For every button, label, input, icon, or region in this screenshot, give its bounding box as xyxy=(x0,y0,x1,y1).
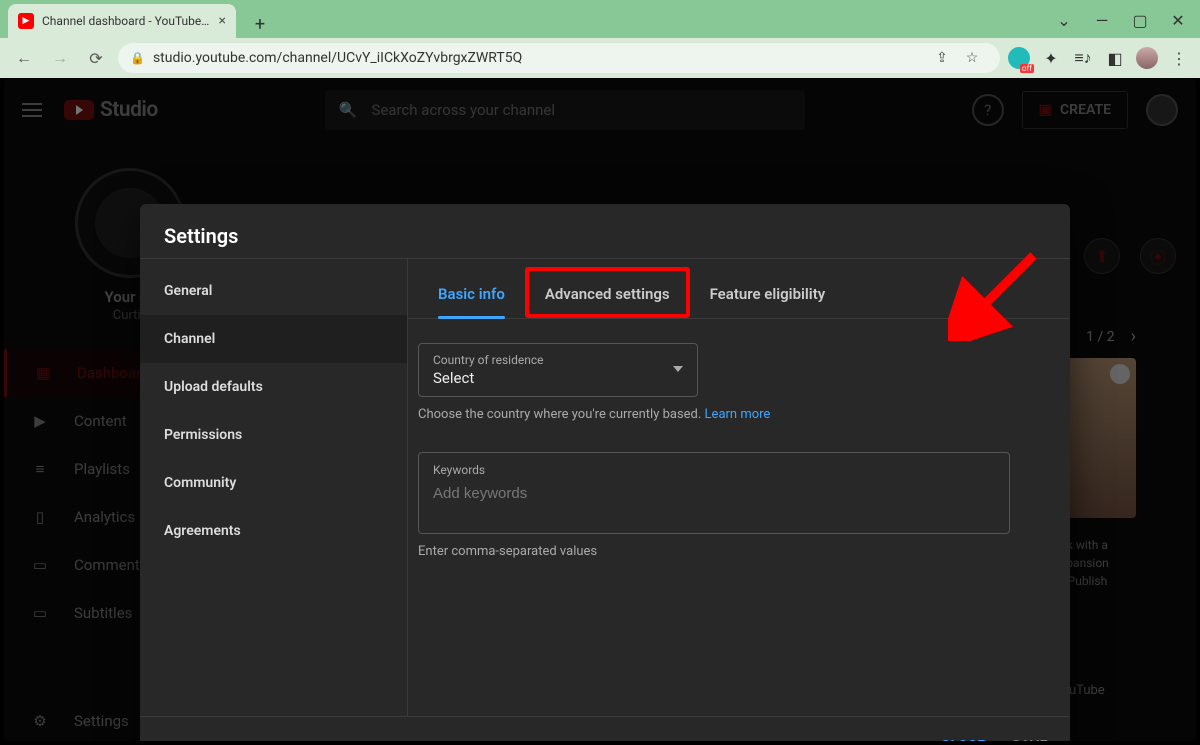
modal-title: Settings xyxy=(140,204,1070,258)
window-controls: ⌄ — ▢ ✕ xyxy=(1050,6,1192,34)
country-select[interactable]: Country of residence Select xyxy=(418,343,698,397)
country-value: Select xyxy=(433,369,683,387)
modal-sidebar: General Channel Upload defaults Permissi… xyxy=(140,259,408,716)
tab-close-icon[interactable]: × xyxy=(219,13,226,29)
sidebar-item-general[interactable]: General xyxy=(140,267,407,315)
close-button[interactable]: CLOSE xyxy=(941,738,986,742)
sidebar-item-upload-defaults[interactable]: Upload defaults xyxy=(140,363,407,411)
side-panel-icon[interactable]: ◧ xyxy=(1104,47,1126,69)
chevron-down-icon[interactable]: ⌄ xyxy=(1050,6,1078,34)
close-window-icon[interactable]: ✕ xyxy=(1164,6,1192,34)
keywords-label: Keywords xyxy=(433,463,995,477)
share-icon[interactable]: ⇪ xyxy=(932,48,952,68)
sidebar-item-channel[interactable]: Channel xyxy=(140,315,407,363)
nav-back-icon[interactable]: ← xyxy=(10,44,38,72)
extensions-puzzle-icon[interactable]: ✦ xyxy=(1040,47,1062,69)
tab-title: Channel dashboard - YouTube St xyxy=(42,14,211,28)
chevron-down-icon xyxy=(673,366,683,372)
address-bar-row: ← → ⟳ 🔒 studio.youtube.com/channel/UCvY_… xyxy=(0,38,1200,78)
keywords-input[interactable] xyxy=(433,485,995,502)
minimize-icon[interactable]: — xyxy=(1088,6,1116,34)
keywords-helper: Enter comma-separated values xyxy=(418,544,1062,559)
new-tab-button[interactable]: + xyxy=(246,10,274,38)
profile-avatar-icon[interactable] xyxy=(1136,47,1158,69)
tab-feature-eligibility[interactable]: Feature eligibility xyxy=(690,267,846,318)
kebab-menu-icon[interactable]: ⋮ xyxy=(1168,47,1190,69)
save-button[interactable]: SAVE xyxy=(1012,738,1048,742)
url-text: studio.youtube.com/channel/UCvY_iICkXoZY… xyxy=(153,50,522,66)
sidebar-item-agreements[interactable]: Agreements xyxy=(140,507,407,555)
sidebar-item-permissions[interactable]: Permissions xyxy=(140,411,407,459)
modal-footer: CLOSE SAVE xyxy=(140,716,1070,741)
browser-chrome: ▶ Channel dashboard - YouTube St × + ⌄ —… xyxy=(0,0,1200,78)
learn-more-link[interactable]: Learn more xyxy=(705,407,771,422)
studio-app: Studio 🔍 Search across your channel ? ▣ … xyxy=(4,78,1196,741)
playlist-icon[interactable]: ≡♪ xyxy=(1072,47,1094,69)
extension-icons: off ✦ ≡♪ ◧ ⋮ xyxy=(1008,47,1190,69)
modal-main: Basic info Advanced settings Feature eli… xyxy=(408,259,1070,716)
sidebar-item-community[interactable]: Community xyxy=(140,459,407,507)
youtube-favicon-icon: ▶ xyxy=(18,13,34,29)
country-helper: Choose the country where you're currentl… xyxy=(418,407,1062,422)
tab-basic-info[interactable]: Basic info xyxy=(418,267,525,318)
star-icon[interactable]: ☆ xyxy=(962,48,982,68)
lock-icon: 🔒 xyxy=(130,51,145,65)
keywords-box[interactable]: Keywords xyxy=(418,452,1010,534)
modal-tabs: Basic info Advanced settings Feature eli… xyxy=(408,259,1070,319)
nav-forward-icon[interactable]: → xyxy=(46,44,74,72)
tab-bar: ▶ Channel dashboard - YouTube St × + ⌄ —… xyxy=(0,0,1200,38)
address-bar[interactable]: 🔒 studio.youtube.com/channel/UCvY_iICkXo… xyxy=(118,43,1000,73)
reload-icon[interactable]: ⟳ xyxy=(82,44,110,72)
settings-modal: Settings General Channel Upload defaults… xyxy=(140,204,1070,741)
extension-icon[interactable]: off xyxy=(1008,47,1030,69)
browser-tab[interactable]: ▶ Channel dashboard - YouTube St × xyxy=(8,4,236,38)
maximize-icon[interactable]: ▢ xyxy=(1126,6,1154,34)
tab-advanced-settings[interactable]: Advanced settings xyxy=(525,267,690,318)
country-label: Country of residence xyxy=(433,353,683,367)
